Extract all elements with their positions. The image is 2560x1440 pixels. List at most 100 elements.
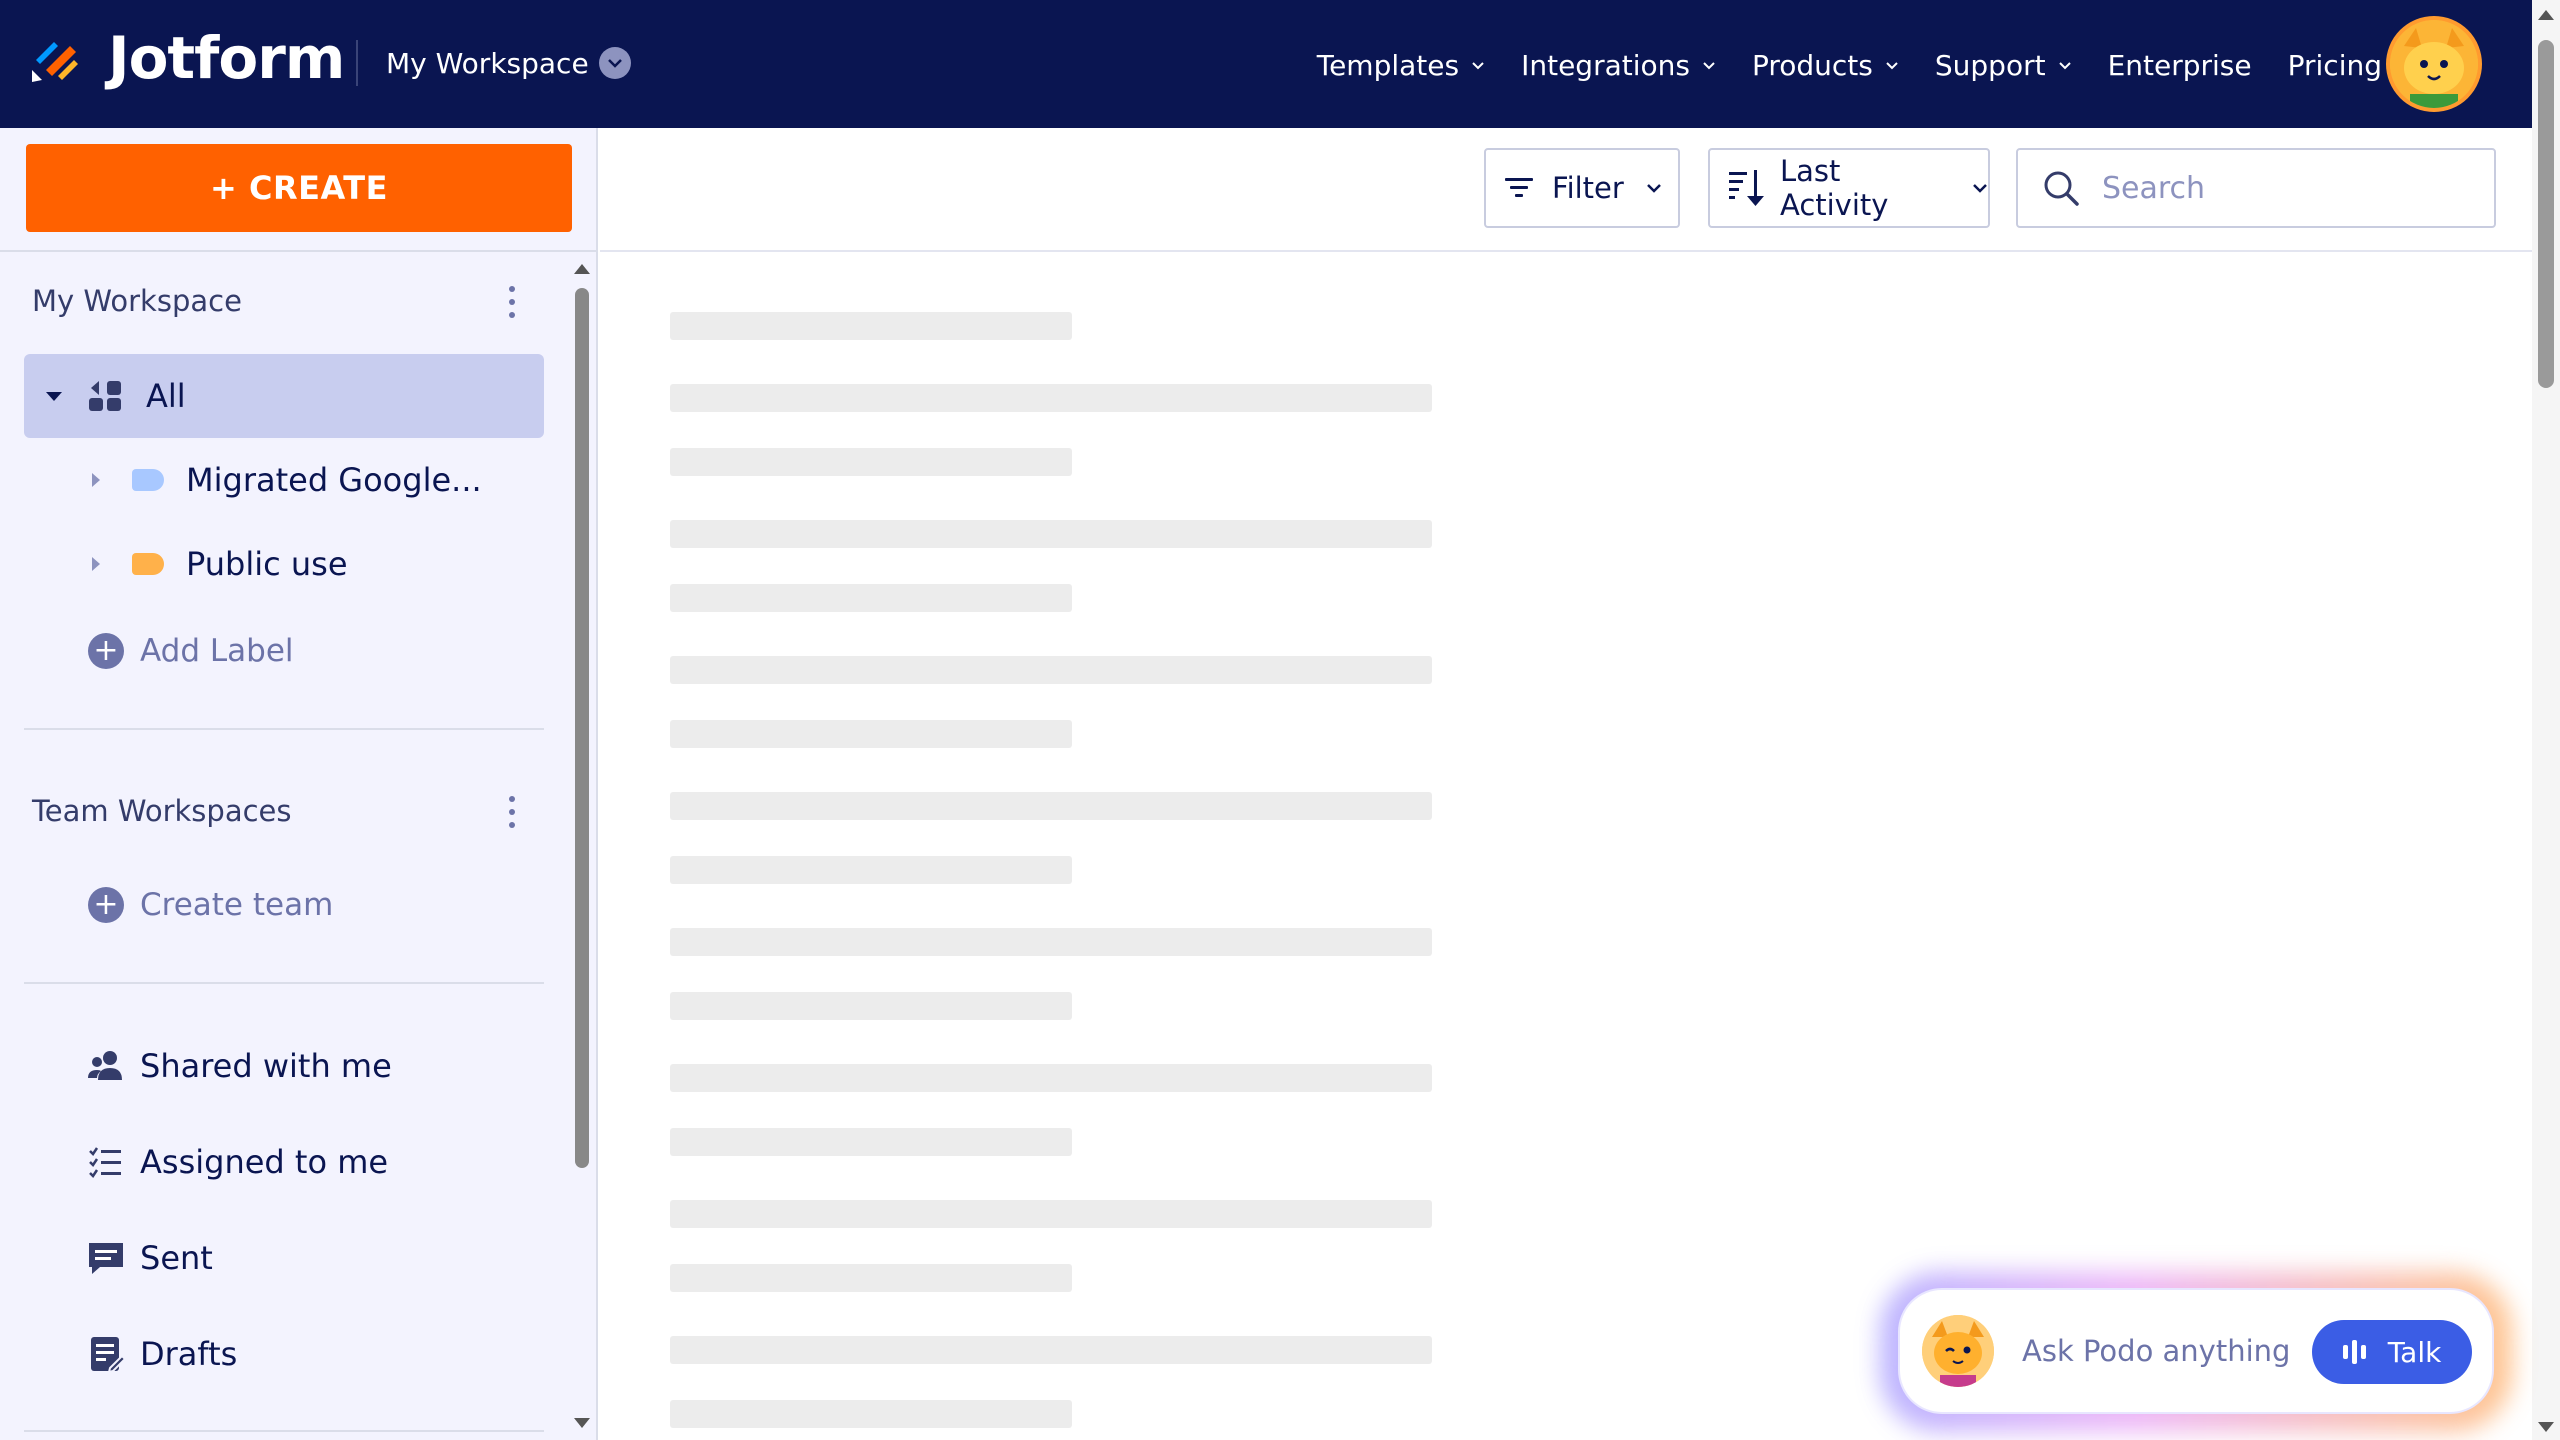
sidebar-scroll-up-icon[interactable] — [574, 264, 590, 274]
chevron-down-icon — [598, 47, 631, 79]
folder-public-use[interactable]: Public use — [92, 534, 348, 594]
my-workspace-title: My Workspace — [32, 284, 242, 318]
talk-button[interactable]: Talk — [2312, 1320, 2472, 1384]
scroll-down-icon[interactable] — [2538, 1422, 2554, 1432]
nav-support[interactable]: Support — [1935, 49, 2072, 82]
page-scrollbar[interactable] — [2532, 0, 2560, 1440]
team-workspaces-more-icon[interactable] — [506, 796, 518, 828]
sidebar-item-assigned-to-me[interactable]: Assigned to me — [86, 1134, 388, 1190]
nav-templates-label: Templates — [1316, 48, 1460, 82]
team-workspaces-title: Team Workspaces — [32, 794, 292, 828]
skeleton-line — [670, 992, 1072, 1020]
skeleton-line — [670, 656, 1432, 684]
skeleton-line — [670, 792, 1432, 820]
podo-avatar — [1922, 1315, 1994, 1387]
nav-pricing[interactable]: Pricing — [2288, 49, 2382, 82]
skeleton-line — [670, 584, 1072, 612]
create-button[interactable]: + CREATE — [26, 144, 572, 232]
add-label-button[interactable]: + Add Label — [88, 626, 294, 676]
nav-support-label: Support — [1934, 48, 2046, 82]
sidebar-scroll-down-icon[interactable] — [574, 1418, 590, 1428]
caret-right-icon[interactable] — [92, 557, 100, 571]
search-box[interactable] — [2016, 148, 2496, 228]
plus-circle-icon: + — [88, 633, 124, 669]
skeleton-line — [670, 856, 1072, 884]
page-scrollbar-thumb[interactable] — [2538, 40, 2554, 388]
search-icon — [2044, 171, 2079, 206]
sidebar-item-drafts[interactable]: Drafts — [86, 1326, 237, 1382]
skeleton-line — [670, 720, 1072, 748]
workspace-switcher[interactable]: My Workspace — [386, 40, 631, 86]
skeleton-line — [670, 1200, 1432, 1228]
caret-right-icon[interactable] — [92, 473, 100, 487]
nav-pricing-label: Pricing — [2287, 48, 2382, 82]
skeleton-line — [670, 1064, 1432, 1092]
sort-icon — [1728, 170, 1764, 206]
chevron-down-icon — [1472, 61, 1484, 69]
sidebar-divider — [24, 728, 544, 730]
forms-list-loading — [600, 254, 2532, 1440]
folder-label: Public use — [186, 545, 348, 583]
sidebar-scrollbar[interactable] — [575, 288, 589, 1168]
sidebar-item-label: Shared with me — [140, 1047, 392, 1085]
skeleton-line — [670, 448, 1072, 476]
skeleton-line — [670, 1400, 1072, 1428]
nav-integrations-label: Integrations — [1521, 48, 1690, 82]
filter-icon — [1505, 178, 1533, 197]
chevron-down-icon — [1886, 61, 1898, 69]
jotform-wordmark[interactable]: Jotform — [108, 28, 345, 88]
nav-products-label: Products — [1751, 48, 1873, 82]
jotform-logo-icon[interactable] — [28, 30, 84, 86]
podo-cat-icon — [1922, 1315, 1994, 1387]
skeleton-line — [670, 1128, 1072, 1156]
skeleton-line — [670, 520, 1432, 548]
user-avatar[interactable] — [2386, 16, 2482, 112]
sidebar-item-label: Drafts — [140, 1335, 238, 1373]
voice-bars-icon — [2342, 1340, 2370, 1364]
create-team-button[interactable]: + Create team — [88, 880, 333, 930]
podo-assistant-bar[interactable]: Ask Podo anything Talk — [1898, 1288, 2494, 1414]
nav-integrations[interactable]: Integrations — [1521, 49, 1716, 82]
label-tag-icon — [132, 469, 164, 491]
all-forms-grid-icon — [89, 381, 121, 411]
message-icon — [89, 1243, 123, 1274]
sidebar-divider — [24, 1430, 544, 1432]
chevron-down-icon — [2058, 61, 2071, 69]
top-navigation-bar: Jotform My Workspace Templates Integrati… — [0, 0, 2532, 128]
label-tag-icon — [132, 553, 164, 575]
sidebar-item-label: Assigned to me — [140, 1143, 389, 1181]
workspace-switcher-label: My Workspace — [386, 46, 589, 80]
sort-label: Last Activity — [1779, 154, 1889, 222]
podo-prompt-text[interactable]: Ask Podo anything — [2022, 1334, 2290, 1368]
sidebar-item-label: Sent — [140, 1239, 213, 1277]
nav-divider — [356, 40, 358, 86]
sort-button[interactable]: Last Activity — [1708, 148, 1990, 228]
skeleton-line — [670, 1264, 1072, 1292]
caret-down-icon[interactable] — [46, 391, 62, 401]
search-input[interactable] — [2102, 170, 2462, 206]
main-nav-links: Templates Integrations Products Support … — [1281, 40, 2382, 90]
sidebar-header-divider — [0, 250, 596, 252]
nav-enterprise[interactable]: Enterprise — [2108, 49, 2252, 82]
folder-label: Migrated Google... — [186, 461, 482, 499]
sidebar-item-sent[interactable]: Sent — [86, 1230, 213, 1286]
folder-all-label: All — [146, 377, 186, 415]
sidebar-divider — [24, 982, 544, 984]
sidebar-item-shared-with-me[interactable]: Shared with me — [86, 1038, 392, 1094]
folder-migrated-google[interactable]: Migrated Google... — [92, 450, 482, 510]
chevron-down-icon — [1646, 184, 1661, 193]
folder-all[interactable]: All — [24, 354, 544, 438]
add-label-text: Add Label — [140, 633, 294, 669]
skeleton-line — [670, 1336, 1432, 1364]
talk-label: Talk — [2387, 1335, 2442, 1369]
chevron-down-icon — [1703, 61, 1715, 69]
filter-button[interactable]: Filter — [1484, 148, 1680, 228]
scroll-up-icon[interactable] — [2538, 10, 2554, 20]
nav-products[interactable]: Products — [1752, 49, 1899, 82]
create-team-text: Create team — [140, 887, 334, 923]
plus-circle-icon: + — [88, 887, 124, 923]
my-workspace-more-icon[interactable] — [506, 286, 518, 318]
shared-users-icon — [88, 1051, 122, 1080]
chevron-down-icon — [1973, 184, 1987, 193]
nav-templates[interactable]: Templates — [1317, 49, 1485, 82]
